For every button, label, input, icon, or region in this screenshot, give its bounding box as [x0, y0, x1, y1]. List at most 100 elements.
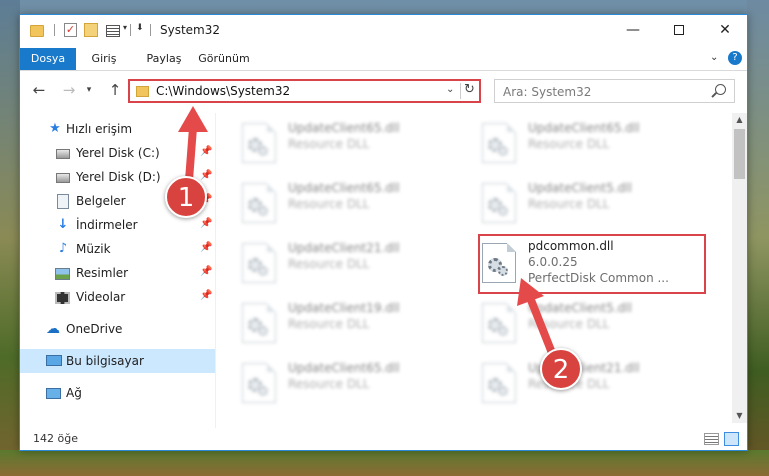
address-path[interactable]: C:\Windows\System32: [156, 84, 290, 98]
expand-ribbon-icon[interactable]: ⌄: [710, 52, 718, 63]
navigation-pane: ★ Hızlı erişim Yerel Disk (C:) 📌 Yerel D…: [20, 113, 215, 423]
step-1-badge: 1: [165, 176, 207, 218]
file-name: UpdateClient5.dll: [528, 181, 632, 195]
file-description: Resource DLL: [528, 137, 610, 151]
chevron-down-icon[interactable]: ⌄: [446, 84, 454, 95]
sidebar-item-local-disk-c[interactable]: Yerel Disk (C:) 📌: [20, 141, 215, 165]
sidebar-item-label: Hızlı erişim: [66, 122, 133, 136]
sidebar-item-label: Resimler: [76, 266, 129, 280]
file-name: UpdateClient21.dll: [288, 241, 400, 255]
file-item[interactable]: UpdateClient65.dll Resource DLL: [460, 117, 680, 167]
dll-file-icon: [482, 303, 516, 343]
tab-view[interactable]: Görünüm: [194, 48, 254, 70]
file-name: UpdateClient19.dll: [288, 301, 400, 315]
sidebar-item-music[interactable]: ♪ Müzik 📌: [20, 237, 215, 261]
up-button[interactable]: ↑: [104, 79, 126, 101]
address-bar[interactable]: C:\Windows\System32 ⌄ ↻: [128, 79, 481, 103]
refresh-icon[interactable]: ↻: [464, 82, 475, 97]
sidebar-item-label: OneDrive: [66, 322, 123, 336]
computer-icon: [46, 355, 62, 366]
pin-icon[interactable]: 📌: [200, 266, 212, 277]
new-folder-icon[interactable]: [84, 23, 98, 37]
file-description: Resource DLL: [288, 137, 370, 151]
sidebar-item-videos[interactable]: Videolar 📌: [20, 285, 215, 309]
toolbar-separator: [150, 24, 151, 36]
close-button[interactable]: ✕: [702, 15, 748, 45]
vertical-scrollbar[interactable]: ▲ ▼: [732, 113, 747, 423]
sidebar-item-label: Videolar: [76, 290, 126, 304]
file-item[interactable]: UpdateClient21.dll Resource DLL: [220, 237, 440, 287]
folder-icon: [136, 86, 149, 97]
drive-icon: [56, 173, 70, 183]
quick-access-dropdown-icon[interactable]: ▾: [123, 23, 127, 39]
sidebar-item-onedrive[interactable]: ☁ OneDrive: [20, 317, 215, 341]
file-name: UpdateClient5.dll: [528, 301, 632, 315]
navigation-bar: ← → ▾ ↑ C:\Windows\System32 ⌄ ↻ Ara: Sys…: [20, 77, 747, 103]
address-separator: [460, 83, 461, 99]
search-input[interactable]: Ara: System32: [503, 85, 591, 99]
file-item[interactable]: UpdateClient65.dll Resource DLL: [220, 357, 440, 407]
sidebar-item-quick-access[interactable]: ★ Hızlı erişim: [20, 117, 215, 141]
scroll-down-icon[interactable]: ▼: [732, 409, 747, 423]
file-item[interactable]: UpdateClient5.dll Resource DLL: [460, 177, 680, 227]
documents-icon: [57, 194, 69, 209]
back-button[interactable]: ←: [28, 79, 50, 101]
dll-file-icon: [482, 183, 516, 223]
minimize-button[interactable]: —: [610, 15, 656, 45]
file-list: UpdateClient65.dll Resource DLL UpdateCl…: [220, 113, 730, 423]
pane-divider: [215, 113, 216, 428]
details-view-icon[interactable]: [704, 433, 719, 445]
scroll-up-icon[interactable]: ▲: [732, 113, 747, 127]
tab-home[interactable]: Giriş: [82, 48, 126, 70]
pictures-icon: [55, 268, 70, 280]
ribbon-tabs: Dosya Giriş Paylaş Görünüm ⌄ ?: [20, 48, 747, 70]
sidebar-item-label: Belgeler: [76, 194, 126, 208]
file-item[interactable]: UpdateClient19.dll Resource DLL: [220, 297, 440, 347]
pin-icon[interactable]: 📌: [200, 146, 212, 157]
tab-share[interactable]: Paylaş: [138, 48, 190, 70]
file-item-pdcommon[interactable]: pdcommon.dll 6.0.0.25 PerfectDisk Common…: [462, 237, 682, 287]
file-item[interactable]: UpdateClient65.dll Resource DLL: [220, 117, 440, 167]
search-box[interactable]: Ara: System32: [494, 79, 735, 103]
pin-icon[interactable]: 📌: [200, 170, 212, 181]
desktop-background-left: [0, 0, 20, 476]
window-title: System32: [160, 23, 221, 37]
sidebar-item-label: Ağ: [66, 386, 82, 400]
videos-icon: [55, 292, 70, 304]
sidebar-item-pictures[interactable]: Resimler 📌: [20, 261, 215, 285]
view-options-icon[interactable]: [106, 25, 120, 37]
pin-icon[interactable]: 📌: [200, 290, 212, 301]
dll-file-icon: [242, 183, 276, 223]
file-item[interactable]: UpdateClient5.dll Resource DLL: [460, 297, 680, 347]
sidebar-item-this-pc[interactable]: Bu bilgisayar: [20, 349, 215, 373]
desktop-background-bottom: [0, 450, 769, 476]
file-description: PerfectDisk Common ...: [528, 271, 669, 285]
properties-check-icon[interactable]: ✓: [64, 23, 77, 37]
scroll-thumb[interactable]: [734, 129, 745, 179]
tiles-view-icon[interactable]: [724, 432, 739, 446]
file-description: Resource DLL: [528, 317, 610, 331]
toolbar-separator: [130, 24, 131, 36]
tab-file[interactable]: Dosya: [20, 48, 76, 70]
sidebar-item-network[interactable]: Ağ: [20, 381, 215, 405]
maximize-button[interactable]: [656, 15, 702, 45]
item-count: 142 öğe: [33, 432, 78, 445]
file-item[interactable]: UpdateClient65.dll Resource DLL: [220, 177, 440, 227]
file-description: Resource DLL: [288, 317, 370, 331]
file-name: UpdateClient65.dll: [288, 361, 400, 375]
recent-locations-icon[interactable]: ▾: [82, 79, 96, 101]
help-button[interactable]: ?: [728, 51, 742, 65]
search-icon[interactable]: [715, 84, 726, 95]
folder-icon: [30, 25, 44, 37]
customize-toolbar-icon[interactable]: ⬇: [136, 23, 144, 39]
file-name: UpdateClient65.dll: [528, 121, 640, 135]
dll-file-icon: [242, 363, 276, 403]
forward-button[interactable]: →: [58, 79, 80, 101]
pin-icon[interactable]: 📌: [200, 242, 212, 253]
file-name: UpdateClient65.dll: [288, 181, 400, 195]
dll-file-icon: [242, 303, 276, 343]
sidebar-item-label: Bu bilgisayar: [66, 354, 144, 368]
pin-icon[interactable]: 📌: [200, 218, 212, 229]
file-name: pdcommon.dll: [528, 239, 614, 253]
network-icon: [46, 388, 61, 399]
